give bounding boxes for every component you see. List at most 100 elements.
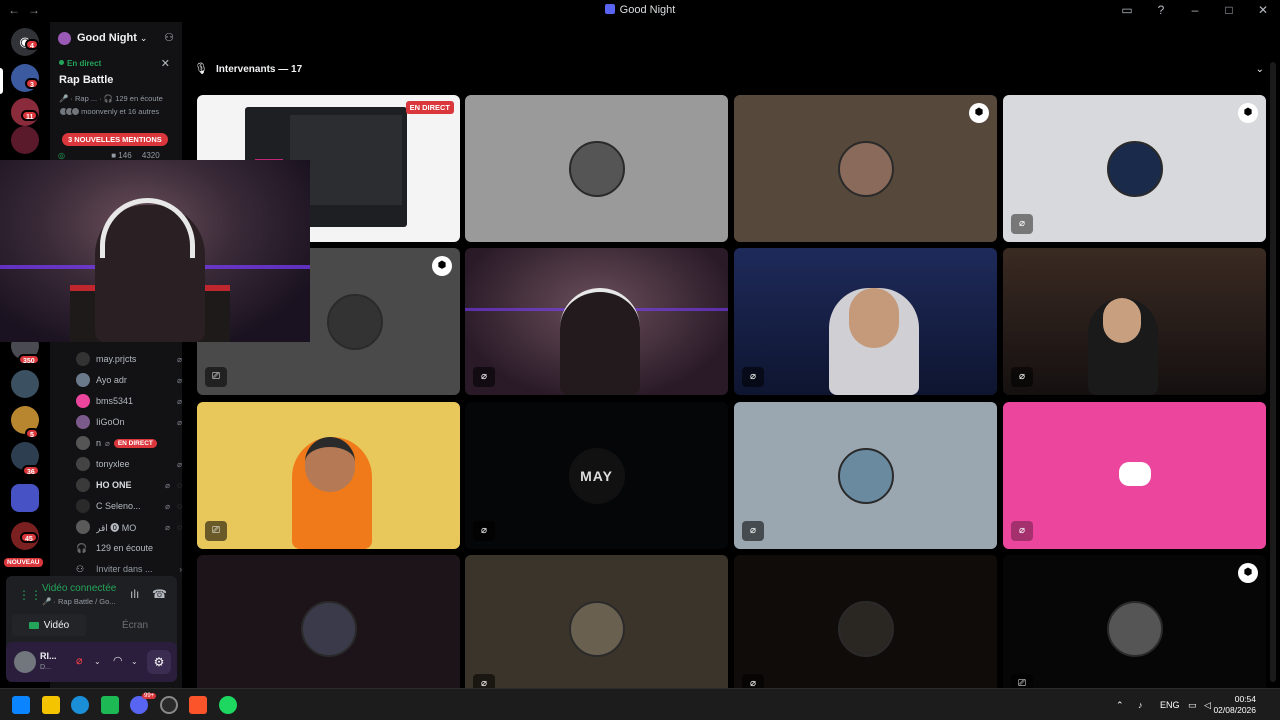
- participant-tile[interactable]: [465, 95, 728, 242]
- avatar: [1106, 600, 1163, 657]
- chevron-up-icon[interactable]: ⌃: [1116, 700, 1124, 711]
- list-item[interactable]: bms5341 ⌀: [76, 392, 182, 410]
- avatar: [837, 447, 894, 504]
- participant-tile[interactable]: [197, 555, 460, 702]
- minimize-button[interactable]: –: [1186, 3, 1204, 17]
- voice-channel[interactable]: 🎤 · Rap Battle / Go...: [42, 597, 116, 606]
- mic-icon: 🎙: [194, 63, 208, 75]
- server-badge: 45: [20, 532, 38, 543]
- file-explorer-icon[interactable]: [42, 696, 60, 714]
- edge-icon[interactable]: [71, 696, 89, 714]
- camera-tile[interactable]: ⌀: [1003, 248, 1266, 395]
- title-bar: ← → Good Night ▭ ? – □ ✕: [0, 0, 1280, 22]
- participant-tile[interactable]: ⌀: [1003, 402, 1266, 549]
- participant-tile[interactable]: ⬢ ⎚: [1003, 555, 1266, 702]
- avatar: [837, 600, 894, 657]
- headphones-icon[interactable]: ◠: [113, 654, 123, 667]
- screen-share-button[interactable]: Écran: [98, 614, 172, 636]
- list-item[interactable]: HO ONE ⌀ ◌: [76, 476, 182, 494]
- video-button[interactable]: Vidéo: [12, 614, 86, 636]
- muted-icon: ⌀: [1011, 367, 1033, 387]
- maximize-button[interactable]: □: [1220, 3, 1238, 17]
- mute-icon[interactable]: ⌀: [76, 654, 83, 667]
- server-badge: 5: [25, 428, 39, 439]
- server-header[interactable]: Good Night ⌄ ⚇: [50, 22, 182, 54]
- speaker-icon: [604, 4, 615, 14]
- muted-icon: ⌀: [742, 367, 764, 387]
- close-icon[interactable]: ✕: [161, 57, 170, 70]
- chevron-down-icon[interactable]: ⌄: [94, 657, 101, 666]
- avatar: [1106, 140, 1163, 197]
- list-item[interactable]: tonyxlee ⌀: [76, 455, 182, 473]
- play-icon[interactable]: [101, 696, 119, 714]
- home-badge: 4: [25, 39, 39, 50]
- app-icon[interactable]: [160, 696, 178, 714]
- spotify-icon[interactable]: [219, 696, 237, 714]
- listeners-row[interactable]: 🎧 129 en écoute: [76, 539, 182, 557]
- server-badge: 36: [22, 465, 40, 476]
- shield-icon: ⬢: [969, 103, 989, 123]
- server-icon[interactable]: [11, 370, 39, 398]
- volume-icon[interactable]: ◁: [1204, 700, 1211, 711]
- chevron-down-icon: ⌄: [139, 32, 148, 43]
- server-icon[interactable]: [11, 126, 39, 154]
- camera-tile[interactable]: ⌀: [465, 248, 728, 395]
- muted-icon: ⌀: [473, 367, 495, 387]
- participant-tile[interactable]: ⬢ ⌀: [1003, 95, 1266, 242]
- live-badge: EN DIRECT: [405, 101, 454, 114]
- server-badge: 3: [25, 78, 39, 89]
- muted-icon: ⌀: [473, 521, 495, 541]
- live-badge: EN DIRECT: [113, 438, 157, 448]
- help-icon[interactable]: ?: [1152, 3, 1170, 17]
- list-item[interactable]: IiGoOn ⌀: [76, 413, 182, 431]
- participant-tile[interactable]: ⌀: [734, 402, 997, 549]
- server-avatar-icon: [58, 31, 71, 45]
- chevron-down-icon[interactable]: ⌄: [131, 657, 138, 666]
- windows-start-icon[interactable]: [12, 696, 30, 714]
- list-item[interactable]: n ⌀ EN DIRECT: [76, 434, 182, 452]
- voice-status: Vidéo connectée: [42, 583, 117, 594]
- avatar: [568, 140, 625, 197]
- participant-tile[interactable]: ⬢: [734, 95, 997, 242]
- muted-icon: ⌀: [742, 521, 764, 541]
- disconnect-icon[interactable]: ☎: [152, 587, 167, 601]
- new-badge: NOUVEAU: [4, 558, 43, 567]
- chevron-down-icon[interactable]: ⌄: [1256, 64, 1264, 75]
- live-stage-card[interactable]: En direct ✕ Rap Battle 🎤 · Rap ... · 🎧 1…: [50, 55, 182, 145]
- mentions-badge[interactable]: 3 NOUVELLES MENTIONS: [62, 133, 168, 146]
- add-user-icon[interactable]: ⚇: [164, 31, 174, 44]
- window-title: Good Night: [0, 4, 1280, 16]
- soundboard-icon[interactable]: ılı: [130, 587, 139, 601]
- stage-icon: ◎: [58, 151, 65, 160]
- list-item[interactable]: اقر ⓿ MO ⌀ ◌: [76, 518, 182, 536]
- channel-title: Rap Battle: [59, 74, 114, 86]
- participant-tile[interactable]: ⌀: [734, 555, 997, 702]
- stage-header: 🎙 Intervenants — 17 ⌄: [182, 22, 1280, 75]
- gear-icon[interactable]: ⚙: [147, 650, 171, 674]
- taskbar: 99+ ⌃ ♪ ENG ▭ ◁ 00:54 02/08/2026: [0, 688, 1280, 720]
- avatar[interactable]: [14, 651, 36, 673]
- inbox-icon[interactable]: ▭: [1118, 3, 1136, 17]
- participant-tile[interactable]: MAY ⌀: [465, 402, 728, 549]
- scrollbar[interactable]: [1270, 62, 1276, 682]
- network-icon[interactable]: ▭: [1188, 700, 1197, 711]
- may-logo: MAY: [580, 467, 613, 484]
- folder-icon[interactable]: [11, 484, 39, 512]
- clock[interactable]: 00:54 02/08/2026: [1213, 694, 1256, 716]
- list-item[interactable]: Ayo adr ⌀: [76, 371, 182, 389]
- close-button[interactable]: ✕: [1254, 3, 1272, 17]
- server-badge: 350: [18, 354, 40, 365]
- user-panel: RI... D... ⌀ ⌄ ◠ ⌄ ⚙: [6, 642, 177, 682]
- language-indicator[interactable]: ENG: [1160, 700, 1180, 710]
- channel-meta: 🎤 · Rap ... · 🎧 129 en écoute: [59, 94, 163, 103]
- camera-tile[interactable]: ⌀: [734, 248, 997, 395]
- brave-icon[interactable]: [189, 696, 207, 714]
- discord-logo-icon: [1119, 462, 1151, 486]
- list-item[interactable]: C Seleno... ⌀ ◌: [76, 497, 182, 515]
- mic-icon[interactable]: ♪: [1138, 700, 1143, 710]
- participant-tile[interactable]: ⌀: [465, 555, 728, 702]
- list-item[interactable]: may.prjcts ⌀: [76, 350, 182, 368]
- camera-tile[interactable]: ⎚: [197, 402, 460, 549]
- server-badge: 11: [21, 110, 39, 121]
- pip-camera-overlay[interactable]: [0, 160, 310, 342]
